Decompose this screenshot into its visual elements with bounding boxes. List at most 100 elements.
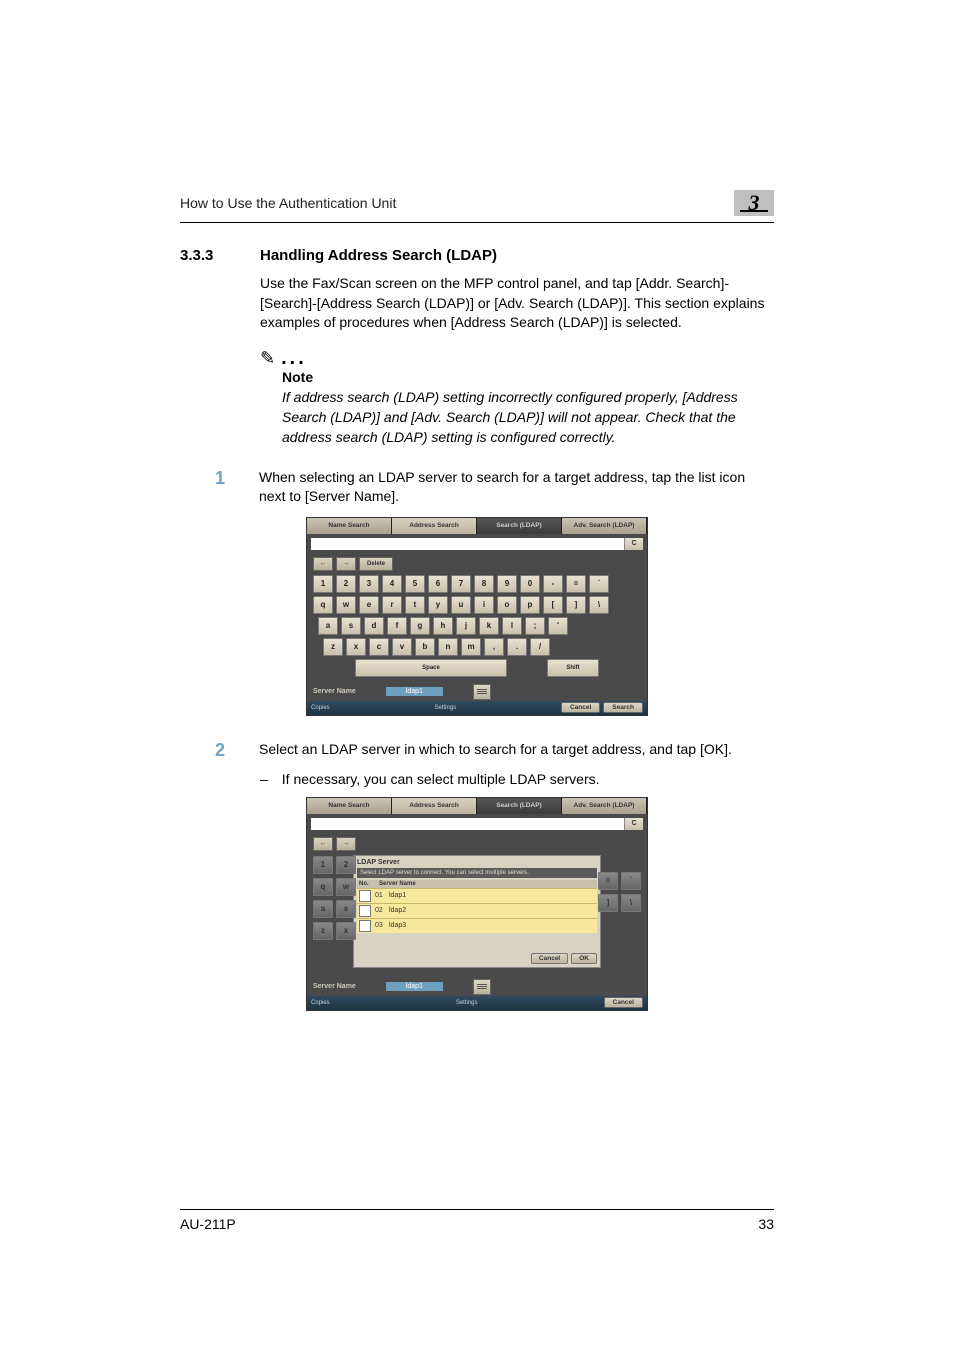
key[interactable]: 3 xyxy=(359,575,379,593)
key[interactable]: ' xyxy=(548,617,568,635)
key[interactable]: c xyxy=(369,638,389,656)
clear-button[interactable]: C xyxy=(624,538,643,550)
key[interactable]: j xyxy=(456,617,476,635)
space-key[interactable]: Space xyxy=(355,659,507,677)
key[interactable]: . xyxy=(507,638,527,656)
key[interactable]: o xyxy=(497,596,517,614)
footer-settings[interactable]: Settings xyxy=(434,705,456,711)
key[interactable]: y xyxy=(428,596,448,614)
tab-address-search[interactable]: Address Search xyxy=(392,518,477,534)
key[interactable]: 4 xyxy=(382,575,402,593)
tab-name-search[interactable]: Name Search xyxy=(307,798,392,814)
step-2-bullet: – If necessary, you can select multiple … xyxy=(260,771,774,787)
dialog-ok-button[interactable]: OK xyxy=(571,953,597,964)
key[interactable]: 7 xyxy=(451,575,471,593)
chapter-badge: 3 xyxy=(734,190,774,216)
cancel-button[interactable]: Cancel xyxy=(604,997,643,1008)
key[interactable]: u xyxy=(451,596,471,614)
checkbox[interactable] xyxy=(359,905,371,917)
key[interactable]: s xyxy=(341,617,361,635)
tab-adv-search-ldap[interactable]: Adv. Search (LDAP) xyxy=(562,798,647,814)
server-list-icon[interactable] xyxy=(473,979,491,995)
key[interactable]: p xyxy=(520,596,540,614)
server-row[interactable]: 01 ldap1 xyxy=(357,888,597,903)
footer-settings[interactable]: Settings xyxy=(456,1000,478,1006)
col-no: No. xyxy=(359,881,379,887)
nav-forward-button[interactable]: → xyxy=(336,557,356,571)
key[interactable]: z xyxy=(323,638,343,656)
tab-search-ldap[interactable]: Search (LDAP) xyxy=(477,518,562,534)
checkbox[interactable] xyxy=(359,890,371,902)
key[interactable]: 2 xyxy=(336,575,356,593)
key: ] xyxy=(598,894,618,912)
page: How to Use the Authentication Unit 3 3.3… xyxy=(0,0,954,1350)
key[interactable]: x xyxy=(346,638,366,656)
server-row[interactable]: 03 ldap3 xyxy=(357,918,597,933)
key[interactable]: a xyxy=(318,617,338,635)
key[interactable]: \ xyxy=(589,596,609,614)
key: ` xyxy=(621,872,641,890)
server-name-row: Server Name ldap1 xyxy=(307,683,647,701)
server-row[interactable]: 02 ldap2 xyxy=(357,903,597,918)
key[interactable]: 6 xyxy=(428,575,448,593)
tab-name-search[interactable]: Name Search xyxy=(307,518,392,534)
key[interactable]: m xyxy=(461,638,481,656)
key[interactable]: ] xyxy=(566,596,586,614)
key[interactable]: 0 xyxy=(520,575,540,593)
key[interactable]: f xyxy=(387,617,407,635)
key[interactable]: , xyxy=(484,638,504,656)
key[interactable]: w xyxy=(336,596,356,614)
key[interactable]: 9 xyxy=(497,575,517,593)
kb-row-1: 1 2 3 4 5 6 7 8 9 0 - = ` xyxy=(313,575,641,593)
key[interactable]: [ xyxy=(543,596,563,614)
key[interactable]: n xyxy=(438,638,458,656)
key[interactable]: r xyxy=(382,596,402,614)
tab-adv-search-ldap[interactable]: Adv. Search (LDAP) xyxy=(562,518,647,534)
shift-key[interactable]: Shift xyxy=(547,659,599,677)
text-input-bar[interactable]: C xyxy=(311,538,643,550)
background-keys-left: 12 qw as zx xyxy=(313,856,356,940)
footer-copies: Copies xyxy=(311,1000,330,1006)
cancel-button[interactable]: Cancel xyxy=(561,702,600,713)
dialog-cancel-button[interactable]: Cancel xyxy=(531,953,568,964)
key[interactable]: 1 xyxy=(313,575,333,593)
nav-back-button[interactable]: ← xyxy=(313,557,333,571)
checkbox[interactable] xyxy=(359,920,371,932)
key[interactable]: ` xyxy=(589,575,609,593)
kb-row-3: a s d f g h j k l ; ' xyxy=(313,617,641,635)
key[interactable]: l xyxy=(502,617,522,635)
key: 1 xyxy=(313,856,333,874)
tab-address-search[interactable]: Address Search xyxy=(392,798,477,814)
note-label: Note xyxy=(282,369,774,385)
key[interactable]: t xyxy=(405,596,425,614)
step-2: 2 Select an LDAP server in which to sear… xyxy=(215,740,774,761)
delete-button[interactable]: Delete xyxy=(359,557,393,571)
key[interactable]: ; xyxy=(525,617,545,635)
server-list-icon[interactable] xyxy=(473,684,491,700)
key[interactable]: i xyxy=(474,596,494,614)
key[interactable]: - xyxy=(543,575,563,593)
key: a xyxy=(313,900,333,918)
server-name-value: ldap1 xyxy=(386,982,443,991)
key[interactable]: q xyxy=(313,596,333,614)
clear-button[interactable]: C xyxy=(624,818,643,830)
key[interactable]: k xyxy=(479,617,499,635)
nav-forward-button[interactable]: → xyxy=(336,837,356,851)
kb-row-2: q w e r t y u i o p [ ] \ xyxy=(313,596,641,614)
tab-search-ldap[interactable]: Search (LDAP) xyxy=(477,798,562,814)
nav-back-button[interactable]: ← xyxy=(313,837,333,851)
row-name: ldap1 xyxy=(389,892,406,899)
key[interactable]: g xyxy=(410,617,430,635)
key[interactable]: h xyxy=(433,617,453,635)
key[interactable]: e xyxy=(359,596,379,614)
key: 2 xyxy=(336,856,356,874)
key[interactable]: 8 xyxy=(474,575,494,593)
key[interactable]: = xyxy=(566,575,586,593)
key[interactable]: v xyxy=(392,638,412,656)
step-text: Select an LDAP server in which to search… xyxy=(259,740,774,761)
key[interactable]: 5 xyxy=(405,575,425,593)
key[interactable]: d xyxy=(364,617,384,635)
key[interactable]: b xyxy=(415,638,435,656)
key[interactable]: / xyxy=(530,638,550,656)
search-button[interactable]: Search xyxy=(603,702,643,713)
